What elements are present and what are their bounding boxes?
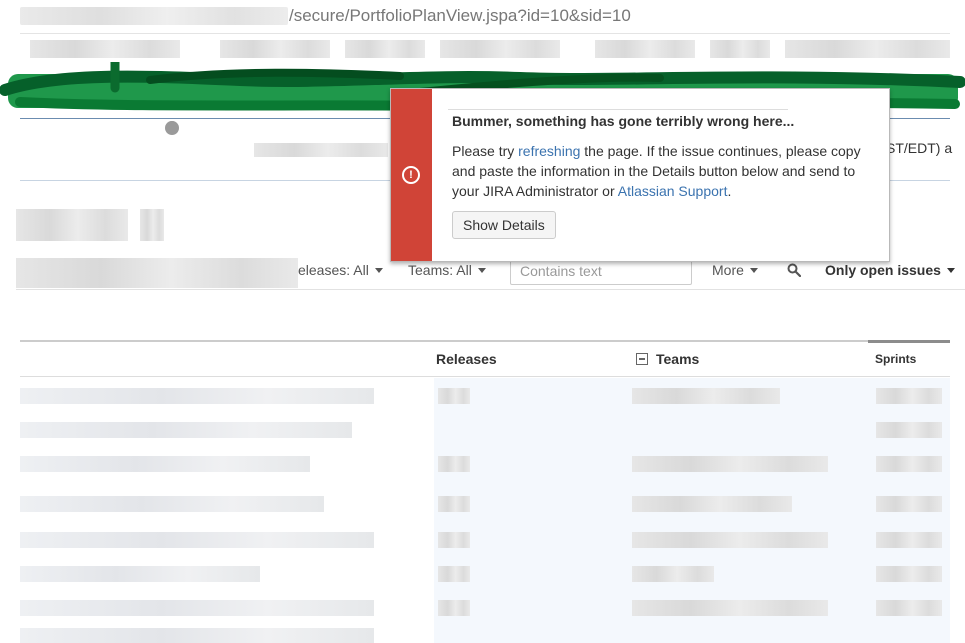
error-sidebar: ! bbox=[391, 89, 432, 261]
redacted-sprint-cell bbox=[876, 532, 942, 548]
redacted-filters bbox=[16, 258, 298, 288]
redaction-dot bbox=[165, 121, 179, 135]
table-row[interactable] bbox=[20, 622, 950, 643]
redacted-plan-title-part bbox=[140, 209, 164, 241]
redacted-release-cell bbox=[438, 600, 470, 616]
more-filters-dropdown[interactable]: More bbox=[712, 262, 758, 278]
redacted-header-text bbox=[254, 143, 388, 157]
teams-filter-label: Teams: All bbox=[408, 262, 472, 278]
redacted-url-host bbox=[20, 7, 288, 25]
redacted-issue-cell bbox=[20, 600, 374, 616]
redacted-team-cell bbox=[632, 600, 828, 616]
column-header-releases[interactable]: Releases bbox=[436, 351, 497, 367]
redacted-team-cell bbox=[632, 456, 828, 472]
redacted-release-cell bbox=[438, 532, 470, 548]
redacted-sprint-cell bbox=[876, 600, 942, 616]
redacted-team-cell bbox=[632, 388, 780, 404]
refresh-link[interactable]: refreshing bbox=[518, 143, 580, 159]
timezone-text: ST/EDT) a bbox=[886, 140, 953, 156]
redacted-plan-title bbox=[16, 209, 128, 241]
table-row[interactable] bbox=[20, 560, 950, 586]
table-row[interactable] bbox=[20, 450, 950, 476]
redacted-sprint-cell bbox=[876, 422, 942, 438]
redacted-release-cell bbox=[438, 388, 470, 404]
error-message: Please try refreshing the page. If the i… bbox=[452, 141, 872, 201]
redacted-sprint-cell bbox=[876, 388, 942, 404]
redacted-nav-item bbox=[220, 40, 330, 58]
table-row[interactable] bbox=[20, 490, 950, 516]
url-path-text: /secure/PortfolioPlanView.jspa?id=10&sid… bbox=[289, 6, 631, 25]
releases-filter-dropdown[interactable]: eleases: All bbox=[298, 262, 383, 278]
exclamation-icon: ! bbox=[402, 166, 420, 184]
releases-filter-label: eleases: All bbox=[298, 262, 369, 278]
atlassian-support-link[interactable]: Atlassian Support bbox=[618, 183, 728, 199]
chevron-down-icon bbox=[477, 268, 486, 273]
column-header-teams[interactable]: Teams bbox=[656, 351, 699, 367]
redacted-release-cell bbox=[438, 566, 470, 582]
show-details-button[interactable]: Show Details bbox=[452, 211, 556, 239]
table-header: Releases Teams Sprints bbox=[20, 342, 950, 377]
redacted-issue-cell bbox=[20, 628, 374, 643]
dialog-divider bbox=[448, 109, 788, 110]
table-row[interactable] bbox=[20, 526, 950, 552]
redacted-issue-cell bbox=[20, 496, 324, 512]
more-filters-label: More bbox=[712, 262, 744, 278]
error-message-text: . bbox=[727, 183, 732, 199]
only-open-issues-label: Only open issues bbox=[825, 262, 941, 278]
redacted-nav-item bbox=[595, 40, 695, 58]
search-icon[interactable] bbox=[787, 263, 801, 277]
redacted-team-cell bbox=[632, 566, 714, 582]
redacted-issue-cell bbox=[20, 388, 374, 404]
chevron-down-icon bbox=[749, 268, 758, 273]
redacted-issue-cell bbox=[20, 456, 310, 472]
teams-filter-dropdown[interactable]: Teams: All bbox=[408, 262, 486, 278]
error-message-text: Please try bbox=[452, 143, 519, 159]
redacted-issue-cell bbox=[20, 422, 352, 438]
redacted-nav-item bbox=[440, 40, 560, 58]
redacted-sprint-cell bbox=[876, 496, 942, 512]
redacted-issue-cell bbox=[20, 566, 260, 582]
redacted-sprint-cell bbox=[876, 566, 942, 582]
table-row[interactable] bbox=[20, 382, 950, 408]
only-open-issues-dropdown[interactable]: Only open issues bbox=[825, 262, 955, 278]
table-row[interactable] bbox=[20, 416, 950, 442]
top-navigation-redacted bbox=[20, 33, 950, 63]
chevron-down-icon bbox=[374, 268, 383, 273]
redacted-issue-cell bbox=[20, 532, 374, 548]
redacted-sprint-cell bbox=[876, 456, 942, 472]
redacted-nav-item bbox=[345, 40, 425, 58]
table-row[interactable] bbox=[20, 594, 950, 620]
redacted-team-cell bbox=[632, 496, 792, 512]
collapse-icon[interactable] bbox=[636, 353, 648, 365]
redacted-release-cell bbox=[438, 496, 470, 512]
redacted-nav-item bbox=[710, 40, 770, 58]
redacted-release-cell bbox=[438, 456, 470, 472]
column-header-sprints[interactable]: Sprints bbox=[875, 352, 916, 366]
redacted-nav-item bbox=[30, 40, 180, 58]
chevron-down-icon bbox=[946, 268, 955, 273]
redacted-nav-item bbox=[785, 40, 950, 58]
error-title: Bummer, something has gone terribly wron… bbox=[452, 113, 795, 129]
table-body bbox=[20, 378, 950, 643]
redacted-team-cell bbox=[632, 532, 828, 548]
error-dialog: ! Bummer, something has gone terribly wr… bbox=[390, 88, 890, 262]
browser-url-bar[interactable]: /secure/PortfolioPlanView.jspa?id=10&sid… bbox=[0, 0, 965, 32]
